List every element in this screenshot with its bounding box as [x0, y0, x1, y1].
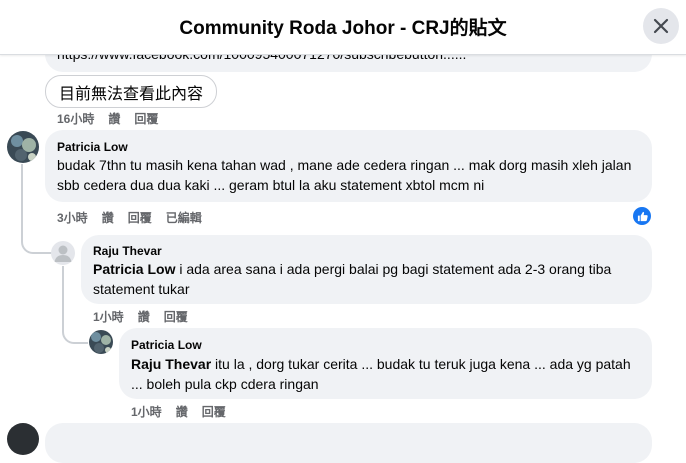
reply-link[interactable]: 回覆 [202, 403, 226, 420]
reply-text: Raju Thevar itu la , dorg tukar cerita .… [131, 354, 631, 394]
reply-author[interactable]: Raju Thevar [93, 244, 162, 258]
reply-actions: 1小時 讚 回覆 [93, 308, 188, 325]
like-link[interactable]: 讚 [138, 308, 150, 325]
reply-text: Patricia Low i ada area sana i ada pergi… [93, 259, 643, 299]
content-unavailable-box: 目前無法查看此內容 [45, 75, 218, 108]
close-button[interactable] [643, 8, 679, 44]
comment-time[interactable]: 16小時 [57, 110, 94, 127]
like-link[interactable]: 讚 [108, 110, 120, 127]
comment-bubble: Patricia Low budak 7thn tu masih kena ta… [45, 130, 652, 202]
avatar-patricia-low[interactable] [7, 131, 39, 163]
previous-comment-actions: 16小時 讚 回覆 [57, 110, 158, 127]
content-unavailable-label: 目前無法查看此內容 [59, 85, 204, 103]
avatar-raju-thevar[interactable] [51, 241, 75, 265]
comment-time[interactable]: 1小時 [93, 308, 124, 325]
thumbs-up-icon [637, 211, 648, 221]
like-link[interactable]: 讚 [176, 403, 188, 420]
dialog-header: Community Roda Johor - CRJ的貼文 [0, 0, 686, 55]
close-icon [653, 18, 669, 34]
comment-text: budak 7thn tu masih kena tahan wad , man… [57, 157, 632, 193]
reply-bubble: Raju Thevar Patricia Low i ada area sana… [81, 235, 652, 304]
comment-time[interactable]: 3小時 [57, 209, 88, 226]
reply-link[interactable]: 回覆 [164, 308, 188, 325]
comment-time[interactable]: 1小時 [131, 403, 162, 420]
dialog-title: Community Roda Johor - CRJ的貼文 [179, 18, 507, 39]
reply-bubble: Patricia Low Raju Thevar itu la , dorg t… [119, 328, 652, 399]
reply-link[interactable]: 回覆 [134, 110, 158, 127]
mention-tag[interactable]: Raju Thevar [131, 356, 211, 372]
default-user-icon [54, 245, 72, 262]
reply-actions: 1小時 讚 回覆 [131, 403, 226, 420]
like-reaction-badge[interactable] [633, 207, 651, 225]
comment-actions: 3小時 讚 回覆 已編輯 [57, 209, 202, 226]
comment-author[interactable]: Patricia Low [57, 140, 128, 154]
reply-author[interactable]: Patricia Low [131, 338, 202, 352]
next-comment-bubble [45, 423, 652, 463]
reply-link[interactable]: 回覆 [128, 209, 152, 226]
like-link[interactable]: 讚 [102, 209, 114, 226]
mention-tag[interactable]: Patricia Low [93, 261, 175, 277]
avatar-patricia-low[interactable] [89, 330, 113, 354]
edited-label: 已編輯 [165, 211, 202, 225]
